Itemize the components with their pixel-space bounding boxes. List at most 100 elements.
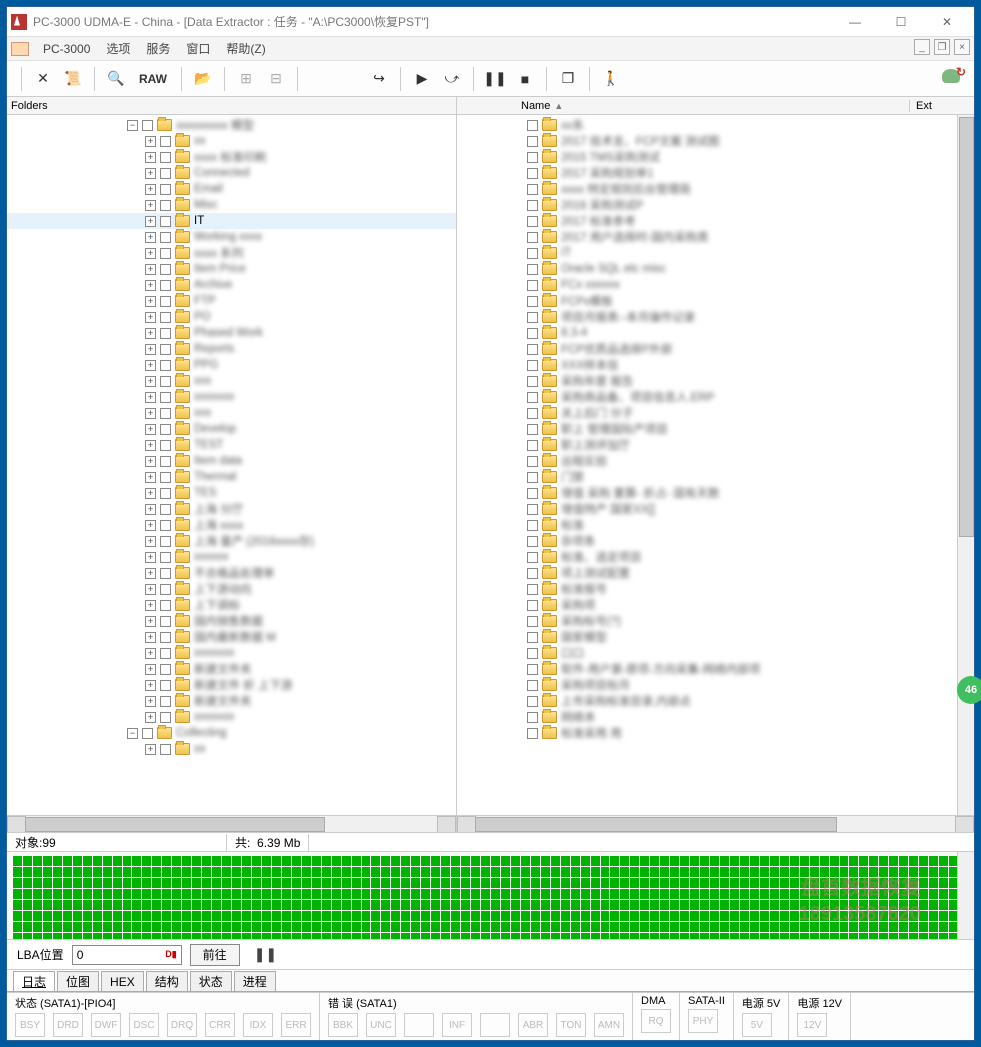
col-ext-label[interactable]: Ext bbox=[910, 100, 970, 112]
list-row[interactable]: 门禁 bbox=[457, 469, 974, 485]
checkbox[interactable] bbox=[160, 424, 171, 435]
checkbox[interactable] bbox=[527, 488, 538, 499]
list-row[interactable]: XXX样本信 bbox=[457, 357, 974, 373]
raw-button[interactable]: RAW bbox=[131, 65, 175, 93]
checkbox[interactable] bbox=[160, 200, 171, 211]
list-row[interactable]: 上市采购标准目录,内部点 bbox=[457, 693, 974, 709]
list-row[interactable]: 关上后门 分子 bbox=[457, 405, 974, 421]
expander-icon[interactable]: + bbox=[145, 632, 156, 643]
list-row[interactable]: 软件-用户第-原项-方向采集-网络内部项 bbox=[457, 661, 974, 677]
tree-row[interactable]: +xxxxxxx bbox=[7, 645, 456, 661]
tree-row[interactable]: +xxxxxxx bbox=[7, 709, 456, 725]
tree-row[interactable]: +xx bbox=[7, 741, 456, 757]
tab-5[interactable]: 进程 bbox=[234, 971, 276, 991]
checkbox[interactable] bbox=[160, 744, 171, 755]
tree-row[interactable]: +PPG bbox=[7, 357, 456, 373]
tab-3[interactable]: 结构 bbox=[146, 971, 188, 991]
list-row[interactable]: xxxx 特定规则后台管理局 bbox=[457, 181, 974, 197]
checkbox[interactable] bbox=[160, 552, 171, 563]
checkbox[interactable] bbox=[527, 680, 538, 691]
checkbox[interactable] bbox=[160, 216, 171, 227]
expander-icon[interactable]: + bbox=[145, 664, 156, 675]
tree-row[interactable]: +Phased Work bbox=[7, 325, 456, 341]
expander-icon[interactable]: + bbox=[145, 648, 156, 659]
checkbox[interactable] bbox=[160, 264, 171, 275]
tab-2[interactable]: HEX bbox=[101, 971, 144, 991]
list-row[interactable]: 标准报号 bbox=[457, 581, 974, 597]
expander-icon[interactable]: + bbox=[145, 136, 156, 147]
mdi-minimize[interactable]: _ bbox=[914, 39, 930, 55]
maximize-button[interactable]: ☐ bbox=[878, 7, 924, 37]
tab-1[interactable]: 位图 bbox=[57, 971, 99, 991]
tree-row[interactable]: +不合格品处理单 bbox=[7, 565, 456, 581]
tab-0[interactable]: 日志 bbox=[13, 971, 55, 991]
minimize-button[interactable]: — bbox=[832, 7, 878, 37]
checkbox[interactable] bbox=[527, 440, 538, 451]
list-row[interactable]: xx系 bbox=[457, 117, 974, 133]
checkbox[interactable] bbox=[527, 712, 538, 723]
checkbox[interactable] bbox=[527, 392, 538, 403]
expander-icon[interactable]: + bbox=[145, 360, 156, 371]
list-row[interactable]: 标准、选定项目 bbox=[457, 549, 974, 565]
list-row[interactable]: 2017 标准参考 bbox=[457, 213, 974, 229]
checkbox[interactable] bbox=[160, 664, 171, 675]
expander-icon[interactable]: + bbox=[145, 472, 156, 483]
list-row[interactable]: 采购年度 报告 bbox=[457, 373, 974, 389]
mdi-close[interactable]: × bbox=[954, 39, 970, 55]
checkbox[interactable] bbox=[527, 568, 538, 579]
checkbox[interactable] bbox=[160, 168, 171, 179]
list-row[interactable]: 标准 bbox=[457, 517, 974, 533]
checkbox[interactable] bbox=[527, 472, 538, 483]
tree-row[interactable]: +上海 分厅 bbox=[7, 501, 456, 517]
tree-row[interactable]: +Connected bbox=[7, 165, 456, 181]
menu-window[interactable]: 窗口 bbox=[178, 37, 218, 60]
list-row[interactable]: 增值特产 国家XX[] bbox=[457, 501, 974, 517]
expander-icon[interactable]: + bbox=[145, 440, 156, 451]
checkbox[interactable] bbox=[527, 264, 538, 275]
list-row[interactable]: 2016 采购测试P bbox=[457, 197, 974, 213]
expander-icon[interactable]: + bbox=[145, 552, 156, 563]
checkbox[interactable] bbox=[160, 392, 171, 403]
list-row[interactable]: 8.3-4 bbox=[457, 325, 974, 341]
expander-icon[interactable]: + bbox=[145, 184, 156, 195]
list-row[interactable]: 远程实验 bbox=[457, 453, 974, 469]
checkbox[interactable] bbox=[160, 152, 171, 163]
checkbox[interactable] bbox=[160, 440, 171, 451]
checkbox[interactable] bbox=[527, 168, 538, 179]
lba-pause-icon[interactable]: ❚❚ bbox=[254, 946, 277, 963]
checkbox[interactable] bbox=[160, 344, 171, 355]
checkbox[interactable] bbox=[160, 696, 171, 707]
tree-row[interactable]: +xxxxxxx bbox=[7, 389, 456, 405]
checkbox[interactable] bbox=[527, 536, 538, 547]
menu-options[interactable]: 选项 bbox=[98, 37, 138, 60]
checkbox[interactable] bbox=[160, 360, 171, 371]
expander-icon[interactable]: + bbox=[145, 680, 156, 691]
checkbox[interactable] bbox=[142, 120, 153, 131]
folder-tree[interactable]: −xxxxxxxxx 模型+xx+xxxx 标准印刷+Connected+Ema… bbox=[7, 115, 456, 815]
list-row[interactable]: 采购项 bbox=[457, 597, 974, 613]
tree-row[interactable]: +Item data bbox=[7, 453, 456, 469]
checkbox[interactable] bbox=[527, 328, 538, 339]
checkbox[interactable] bbox=[527, 424, 538, 435]
checkbox[interactable] bbox=[160, 408, 171, 419]
checkbox[interactable] bbox=[160, 648, 171, 659]
expander-icon[interactable]: + bbox=[145, 312, 156, 323]
checkbox[interactable] bbox=[160, 328, 171, 339]
checkbox[interactable] bbox=[527, 664, 538, 675]
menu-pc3000[interactable]: PC-3000 bbox=[35, 37, 98, 60]
tree-row[interactable]: +Develop bbox=[7, 421, 456, 437]
expander-icon[interactable]: + bbox=[145, 520, 156, 531]
checkbox[interactable] bbox=[142, 728, 153, 739]
checkbox[interactable] bbox=[160, 488, 171, 499]
checkbox[interactable] bbox=[160, 520, 171, 531]
checkbox[interactable] bbox=[160, 280, 171, 291]
expander-icon[interactable]: + bbox=[145, 200, 156, 211]
expander-icon[interactable]: + bbox=[145, 216, 156, 227]
tree-row[interactable]: +xxxxxx bbox=[7, 549, 456, 565]
checkbox[interactable] bbox=[527, 248, 538, 259]
checkbox[interactable] bbox=[160, 456, 171, 467]
tree-hscroll[interactable] bbox=[7, 815, 456, 832]
list-row[interactable]: 职上 管理国际产项目 bbox=[457, 421, 974, 437]
expander-icon[interactable]: + bbox=[145, 456, 156, 467]
step-icon[interactable]: ⤻ bbox=[437, 65, 467, 93]
